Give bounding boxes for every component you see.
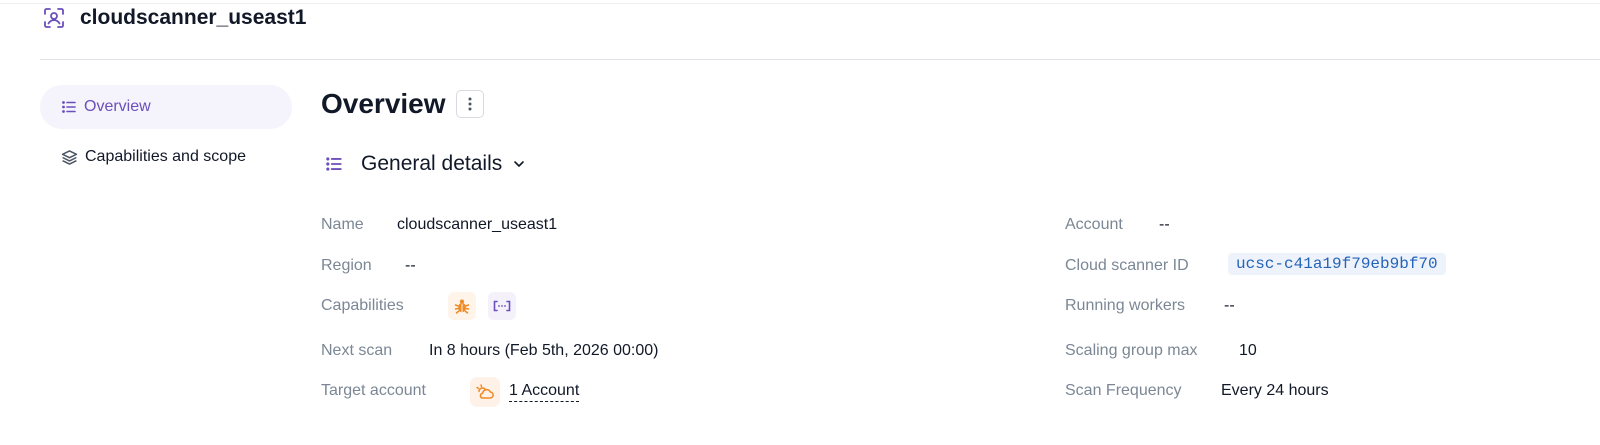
- capabilities-label: Capabilities: [321, 297, 404, 314]
- running-workers-label: Running workers: [1065, 297, 1186, 314]
- name-value: cloudscanner_useast1: [397, 216, 558, 233]
- section-title: General details: [361, 152, 503, 175]
- sidebar-item-overview[interactable]: Overview: [40, 85, 292, 129]
- layers-icon: [61, 149, 78, 166]
- header-divider: [40, 59, 1600, 60]
- page-title-row: Overview: [321, 88, 484, 120]
- more-options-button[interactable]: [455, 90, 484, 118]
- chevron-down-icon[interactable]: [512, 157, 526, 171]
- scaling-group-max-value: 10: [1239, 342, 1257, 359]
- scaling-group-max-label: Scaling group max: [1065, 342, 1198, 359]
- name-label: Name: [321, 216, 364, 233]
- next-scan-label: Next scan: [321, 342, 393, 359]
- bug-icon: [448, 292, 476, 320]
- list-icon: [325, 155, 343, 173]
- app-title: cloudscanner_useast1: [80, 6, 307, 29]
- target-account-label: Target account: [321, 382, 426, 399]
- account-label: Account: [1065, 216, 1123, 233]
- sidebar-item-label: Overview: [84, 98, 151, 115]
- sidebar-item-capabilities[interactable]: Capabilities and scope: [40, 135, 292, 179]
- running-workers-value: --: [1224, 297, 1235, 314]
- scanner-id-value[interactable]: ucsc-c41a19f79eb9bf70: [1228, 253, 1446, 275]
- section-header-general-details[interactable]: General details: [325, 152, 526, 176]
- app-header: cloudscanner_useast1: [43, 6, 306, 30]
- sidebar-item-label: Capabilities and scope: [85, 148, 246, 165]
- scan-frequency-value: Every 24 hours: [1221, 382, 1329, 399]
- account-value: --: [1159, 216, 1170, 233]
- region-value: --: [405, 257, 416, 274]
- target-account-link[interactable]: 1 Account: [509, 381, 580, 402]
- page-title: Overview: [321, 88, 446, 119]
- top-border: [0, 3, 1600, 4]
- list-icon: [61, 99, 77, 115]
- code-brackets-icon: [488, 292, 516, 320]
- scanner-icon: [43, 7, 65, 29]
- scanner-id-label: Cloud scanner ID: [1065, 257, 1189, 274]
- kebab-icon: [468, 97, 472, 111]
- region-label: Region: [321, 257, 372, 274]
- cloud-icon: [470, 377, 500, 407]
- scan-frequency-label: Scan Frequency: [1065, 382, 1182, 399]
- next-scan-value: In 8 hours (Feb 5th, 2026 00:00): [429, 342, 659, 359]
